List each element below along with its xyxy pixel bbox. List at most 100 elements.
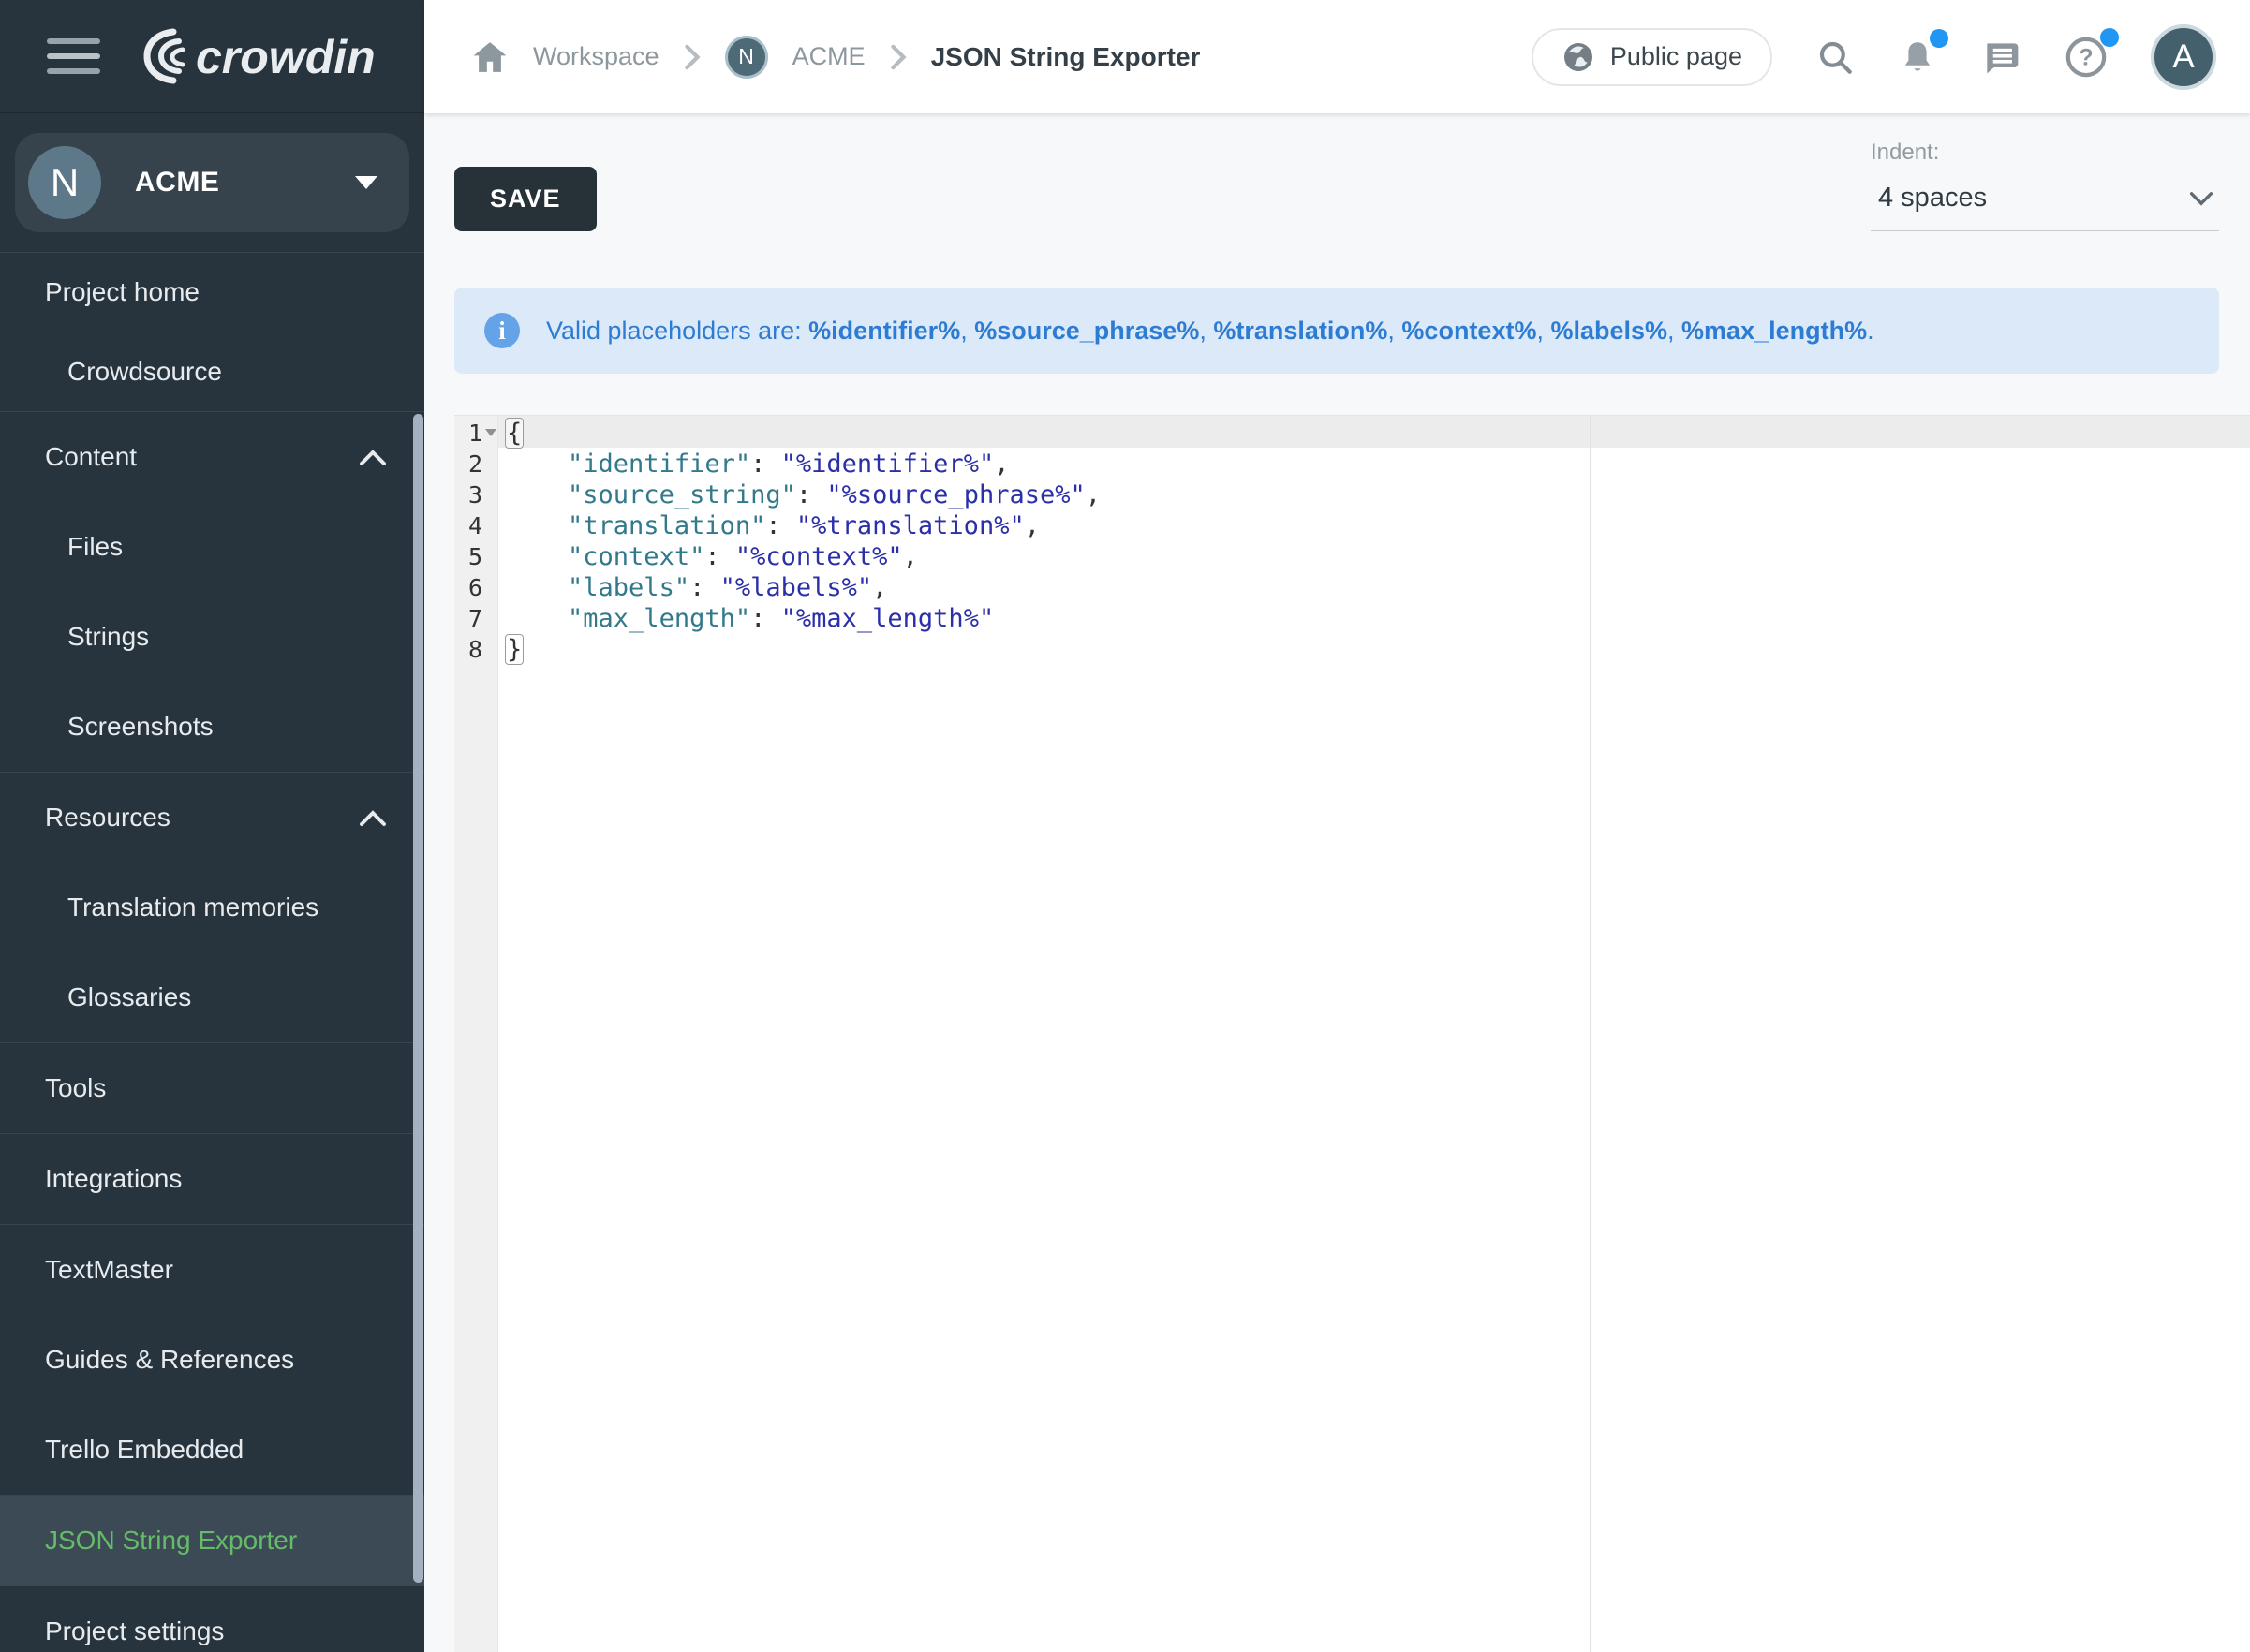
code-token: : [750, 604, 781, 633]
code-line: { [507, 418, 2250, 449]
chevron-right-icon [890, 44, 907, 70]
indent-value: 4 spaces [1878, 183, 1987, 214]
sidebar-item-project-settings[interactable]: Project settings [0, 1586, 424, 1652]
sidebar-item-crowdsource[interactable]: Crowdsource [0, 332, 424, 411]
feedback-chat-icon[interactable] [1980, 37, 2021, 78]
sidebar-item-files[interactable]: Files [0, 502, 424, 592]
sidebar-item-label: Strings [67, 622, 149, 652]
code-token: , [994, 450, 1009, 479]
code-line: "identifier": "%identifier%", [507, 449, 2250, 479]
sidebar-item-guides-references[interactable]: Guides & References [0, 1315, 424, 1405]
code-token: "%source_phrase%" [826, 480, 1085, 509]
code-token: "identifier" [568, 450, 750, 479]
sidebar-item-project-home[interactable]: Project home [0, 253, 424, 332]
code-token: , [1025, 511, 1040, 540]
code-line: "max_length": "%max_length%" [507, 603, 2250, 634]
sidebar-item-glossaries[interactable]: Glossaries [0, 952, 424, 1042]
help-icon[interactable]: ? [2065, 36, 2108, 79]
sidebar-item-content[interactable]: Content [0, 412, 424, 502]
code-token: : [704, 542, 735, 571]
workspace-avatar: N [28, 146, 101, 219]
info-banner: i Valid placeholders are: %identifier%, … [454, 288, 2219, 374]
code-token: "source_string" [568, 480, 796, 509]
notifications-bell-icon[interactable] [1898, 37, 1937, 78]
banner-text: Valid placeholders are: %identifier%, %s… [546, 317, 1874, 346]
hamburger-menu-icon[interactable] [47, 38, 100, 74]
user-avatar[interactable]: A [2151, 24, 2216, 90]
line-number: 8 [454, 634, 497, 665]
fold-caret-icon[interactable] [485, 429, 496, 436]
line-number: 2 [454, 449, 497, 479]
indent-select[interactable]: 4 spaces [1871, 177, 2219, 231]
placeholder-token: %max_length% [1681, 317, 1867, 345]
code-token: , [872, 573, 887, 602]
indent-label: Indent: [1871, 140, 2219, 166]
placeholder-token: %identifier% [808, 317, 960, 345]
sidebar-item-screenshots[interactable]: Screenshots [0, 682, 424, 772]
chevron-up-icon [359, 450, 387, 466]
globe-icon [1562, 40, 1595, 74]
code-editor[interactable]: 12345678 { "identifier": "%identifier%",… [454, 415, 2250, 1652]
page-content: SAVE Indent: 4 spaces i Valid placeholde… [424, 113, 2250, 1652]
public-page-button[interactable]: Public page [1532, 28, 1772, 86]
sidebar-item-label: Content [45, 442, 137, 472]
code-token: "translation" [568, 511, 765, 540]
line-number: 6 [454, 572, 497, 603]
sidebar-item-translation-memories[interactable]: Translation memories [0, 863, 424, 952]
editor-gutter: 12345678 [454, 416, 498, 1652]
code-token: } [505, 634, 524, 665]
sidebar-item-label: Screenshots [67, 712, 214, 742]
code-token [507, 450, 568, 479]
search-icon[interactable] [1815, 37, 1855, 77]
code-token: : [689, 573, 720, 602]
sidebar-item-strings[interactable]: Strings [0, 592, 424, 682]
sidebar-item-label: Resources [45, 803, 170, 833]
line-number: 5 [454, 541, 497, 572]
line-number: 1 [454, 418, 497, 449]
sidebar-item-label: TextMaster [45, 1255, 173, 1285]
info-icon: i [484, 313, 520, 348]
sidebar-item-resources[interactable]: Resources [0, 773, 424, 863]
code-token [507, 542, 568, 571]
breadcrumb-workspace[interactable]: Workspace [533, 42, 659, 71]
sidebar-scrollbar[interactable] [413, 414, 423, 1583]
line-number: 3 [454, 479, 497, 510]
crowdin-logo[interactable]: crowdin [138, 25, 419, 87]
chevron-down-icon [2189, 190, 2213, 207]
home-icon[interactable] [471, 39, 509, 75]
help-badge [2100, 28, 2119, 47]
breadcrumb-project-avatar[interactable]: N [725, 36, 768, 79]
sidebar-item-label: Files [67, 532, 123, 562]
breadcrumb-project[interactable]: ACME [792, 42, 866, 71]
editor-lines[interactable]: { "identifier": "%identifier%", "source_… [498, 418, 2250, 1652]
sidebar-item-trello-embedded[interactable]: Trello Embedded [0, 1405, 424, 1495]
code-token [507, 480, 568, 509]
code-token: "%translation%" [796, 511, 1025, 540]
topbar: Workspace N ACME JSON String Exporter Pu… [424, 0, 2250, 113]
code-line: "labels": "%labels%", [507, 572, 2250, 603]
code-line: "translation": "%translation%", [507, 510, 2250, 541]
code-token: "%max_length%" [781, 604, 995, 633]
placeholder-token: %context% [1401, 317, 1536, 345]
workspace-selector[interactable]: N ACME [15, 133, 409, 232]
code-token: { [505, 418, 524, 449]
code-token: "%labels%" [720, 573, 873, 602]
placeholder-token: %translation% [1213, 317, 1387, 345]
save-button[interactable]: SAVE [454, 167, 597, 231]
sidebar-item-label: Translation memories [67, 892, 318, 922]
sidebar-item-textmaster[interactable]: TextMaster [0, 1225, 424, 1315]
placeholder-token: %labels% [1550, 317, 1667, 345]
public-page-label: Public page [1610, 42, 1742, 71]
code-token: : [750, 450, 781, 479]
sidebar-item-json-string-exporter[interactable]: JSON String Exporter [0, 1496, 424, 1586]
sidebar-item-label: Glossaries [67, 982, 191, 1012]
caret-down-icon [355, 176, 377, 189]
code-token [507, 604, 568, 633]
sidebar-item-integrations[interactable]: Integrations [0, 1134, 424, 1224]
placeholder-token: %source_phrase% [974, 317, 1199, 345]
indent-control: Indent: 4 spaces [1871, 140, 2219, 231]
sidebar-item-label: Trello Embedded [45, 1435, 244, 1465]
page-title: JSON String Exporter [931, 42, 1201, 72]
code-token: "max_length" [568, 604, 750, 633]
sidebar-item-tools[interactable]: Tools [0, 1043, 424, 1133]
